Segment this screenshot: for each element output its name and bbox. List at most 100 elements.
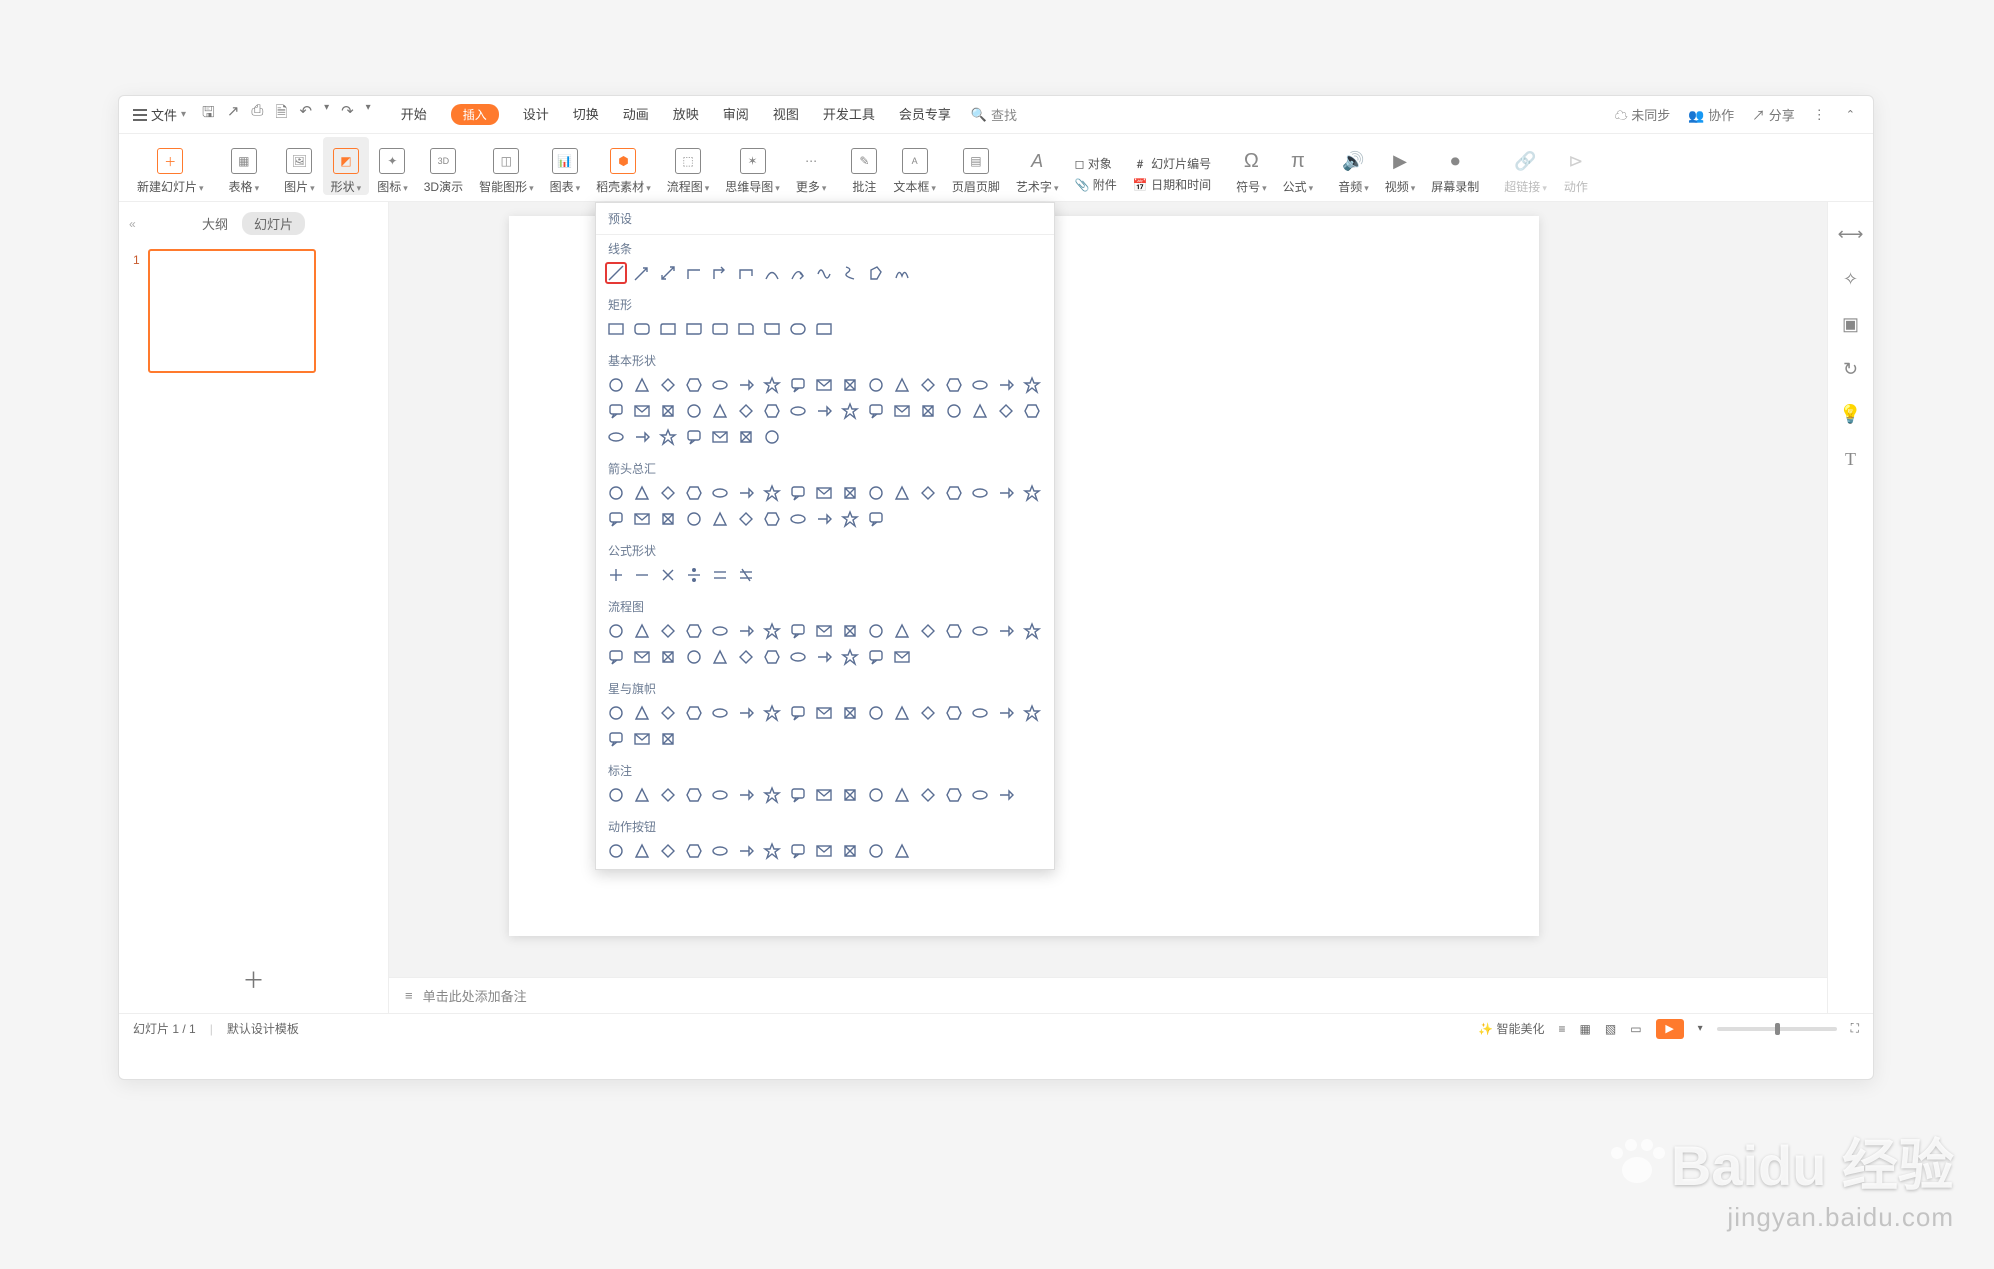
shape-item[interactable] — [606, 647, 626, 667]
shape-item[interactable] — [866, 703, 886, 723]
shape-item[interactable] — [632, 319, 652, 339]
shape-item[interactable] — [814, 509, 834, 529]
export-icon[interactable]: ↗ — [227, 102, 240, 127]
shape-item[interactable] — [814, 621, 834, 641]
shape-item[interactable] — [684, 483, 704, 503]
shape-item[interactable] — [632, 621, 652, 641]
shape-item[interactable] — [658, 621, 678, 641]
shape-line-arrow[interactable] — [632, 263, 652, 283]
shape-item[interactable] — [632, 841, 652, 861]
shape-item[interactable] — [684, 319, 704, 339]
ribbon-screen-record[interactable]: ⏺屏幕录制 — [1423, 137, 1487, 195]
shape-item[interactable] — [710, 621, 730, 641]
shape-item[interactable] — [606, 509, 626, 529]
shape-item[interactable] — [632, 703, 652, 723]
shape-item[interactable] — [892, 841, 912, 861]
shape-item[interactable] — [944, 483, 964, 503]
shape-item[interactable] — [788, 483, 808, 503]
shape-line[interactable] — [606, 263, 626, 283]
shape-item[interactable] — [970, 375, 990, 395]
shape-item[interactable] — [632, 565, 652, 585]
tab-insert[interactable]: 插入 — [451, 104, 499, 125]
shape-item[interactable] — [632, 509, 652, 529]
shape-item[interactable] — [710, 703, 730, 723]
shape-item[interactable] — [606, 785, 626, 805]
shape-item[interactable] — [840, 375, 860, 395]
ribbon-textbox[interactable]: A文本框 — [885, 137, 944, 195]
shape-item[interactable] — [918, 703, 938, 723]
add-slide-button[interactable]: ＋ — [119, 945, 388, 1013]
shape-item[interactable] — [788, 621, 808, 641]
shape-item[interactable] — [762, 647, 782, 667]
shape-item[interactable] — [866, 375, 886, 395]
tab-view[interactable]: 视图 — [773, 104, 799, 125]
sidebar-slit-icon[interactable]: ⟷ — [1838, 224, 1864, 245]
chevron-down-icon[interactable]: ▾ — [366, 102, 371, 127]
shape-item[interactable] — [892, 483, 912, 503]
shape-item[interactable] — [710, 841, 730, 861]
shape-item[interactable] — [684, 427, 704, 447]
shape-item[interactable] — [606, 319, 626, 339]
print-preview-icon[interactable]: 🗎 — [275, 102, 287, 127]
shape-item[interactable] — [710, 375, 730, 395]
chevron-up-icon[interactable]: ⌃ — [1846, 108, 1855, 121]
shape-item[interactable] — [814, 483, 834, 503]
shape-item[interactable] — [606, 703, 626, 723]
ribbon-datetime[interactable]: 📅 日期和时间 — [1133, 176, 1211, 193]
shape-item[interactable] — [814, 703, 834, 723]
shape-item[interactable] — [684, 647, 704, 667]
shape-elbow[interactable] — [684, 263, 704, 283]
share-button[interactable]: ↗ 分享 — [1752, 105, 1795, 124]
shape-item[interactable] — [866, 509, 886, 529]
shape-curve-double[interactable] — [814, 263, 834, 283]
shape-item[interactable] — [1022, 375, 1042, 395]
shape-item[interactable] — [736, 703, 756, 723]
shape-item[interactable] — [970, 621, 990, 641]
shape-item[interactable] — [762, 621, 782, 641]
ribbon-3d[interactable]: 3D3D演示 — [416, 137, 471, 195]
shape-item[interactable] — [996, 401, 1016, 421]
shape-item[interactable] — [658, 427, 678, 447]
tab-animation[interactable]: 动画 — [623, 104, 649, 125]
shape-item[interactable] — [1022, 401, 1042, 421]
shape-scribble-s[interactable] — [840, 263, 860, 283]
shape-item[interactable] — [684, 841, 704, 861]
redo-icon[interactable]: ↷ — [341, 102, 354, 127]
shape-item[interactable] — [840, 509, 860, 529]
shape-item[interactable] — [736, 621, 756, 641]
shape-item[interactable] — [918, 483, 938, 503]
shape-item[interactable] — [606, 401, 626, 421]
shape-item[interactable] — [996, 483, 1016, 503]
ribbon-mindmap[interactable]: ✶思维导图 — [717, 137, 788, 195]
shape-item[interactable] — [632, 427, 652, 447]
shape-item[interactable] — [840, 621, 860, 641]
shape-item[interactable] — [658, 647, 678, 667]
shape-item[interactable] — [658, 703, 678, 723]
shape-item[interactable] — [606, 375, 626, 395]
shape-item[interactable] — [684, 509, 704, 529]
shape-item[interactable] — [866, 401, 886, 421]
slide-thumbnail[interactable] — [148, 249, 316, 373]
search-box[interactable]: 🔍 查找 — [971, 105, 1017, 124]
tab-developer[interactable]: 开发工具 — [823, 104, 875, 125]
shape-item[interactable] — [710, 785, 730, 805]
shape-item[interactable] — [632, 483, 652, 503]
ribbon-symbol[interactable]: Ω符号 — [1228, 137, 1275, 195]
shape-item[interactable] — [684, 785, 704, 805]
ribbon-chart[interactable]: 📊图表 — [542, 137, 589, 195]
tab-slides[interactable]: 幻灯片 — [242, 212, 305, 235]
shape-item[interactable] — [840, 401, 860, 421]
ribbon-audio[interactable]: 🔊音频 — [1330, 137, 1377, 195]
slideshow-button[interactable]: ▶ — [1656, 1019, 1684, 1039]
shape-item[interactable] — [632, 785, 652, 805]
shape-item[interactable] — [684, 621, 704, 641]
ribbon-more[interactable]: ⋯更多 — [788, 137, 835, 195]
print-icon[interactable]: ⎙ — [251, 102, 263, 127]
shape-item[interactable] — [606, 483, 626, 503]
ribbon-object[interactable]: ◻ 对象 — [1074, 155, 1116, 172]
shape-item[interactable] — [788, 841, 808, 861]
shape-item[interactable] — [840, 647, 860, 667]
shape-item[interactable] — [658, 565, 678, 585]
file-menu[interactable]: 文件 ▾ — [127, 105, 192, 124]
shape-item[interactable] — [788, 647, 808, 667]
